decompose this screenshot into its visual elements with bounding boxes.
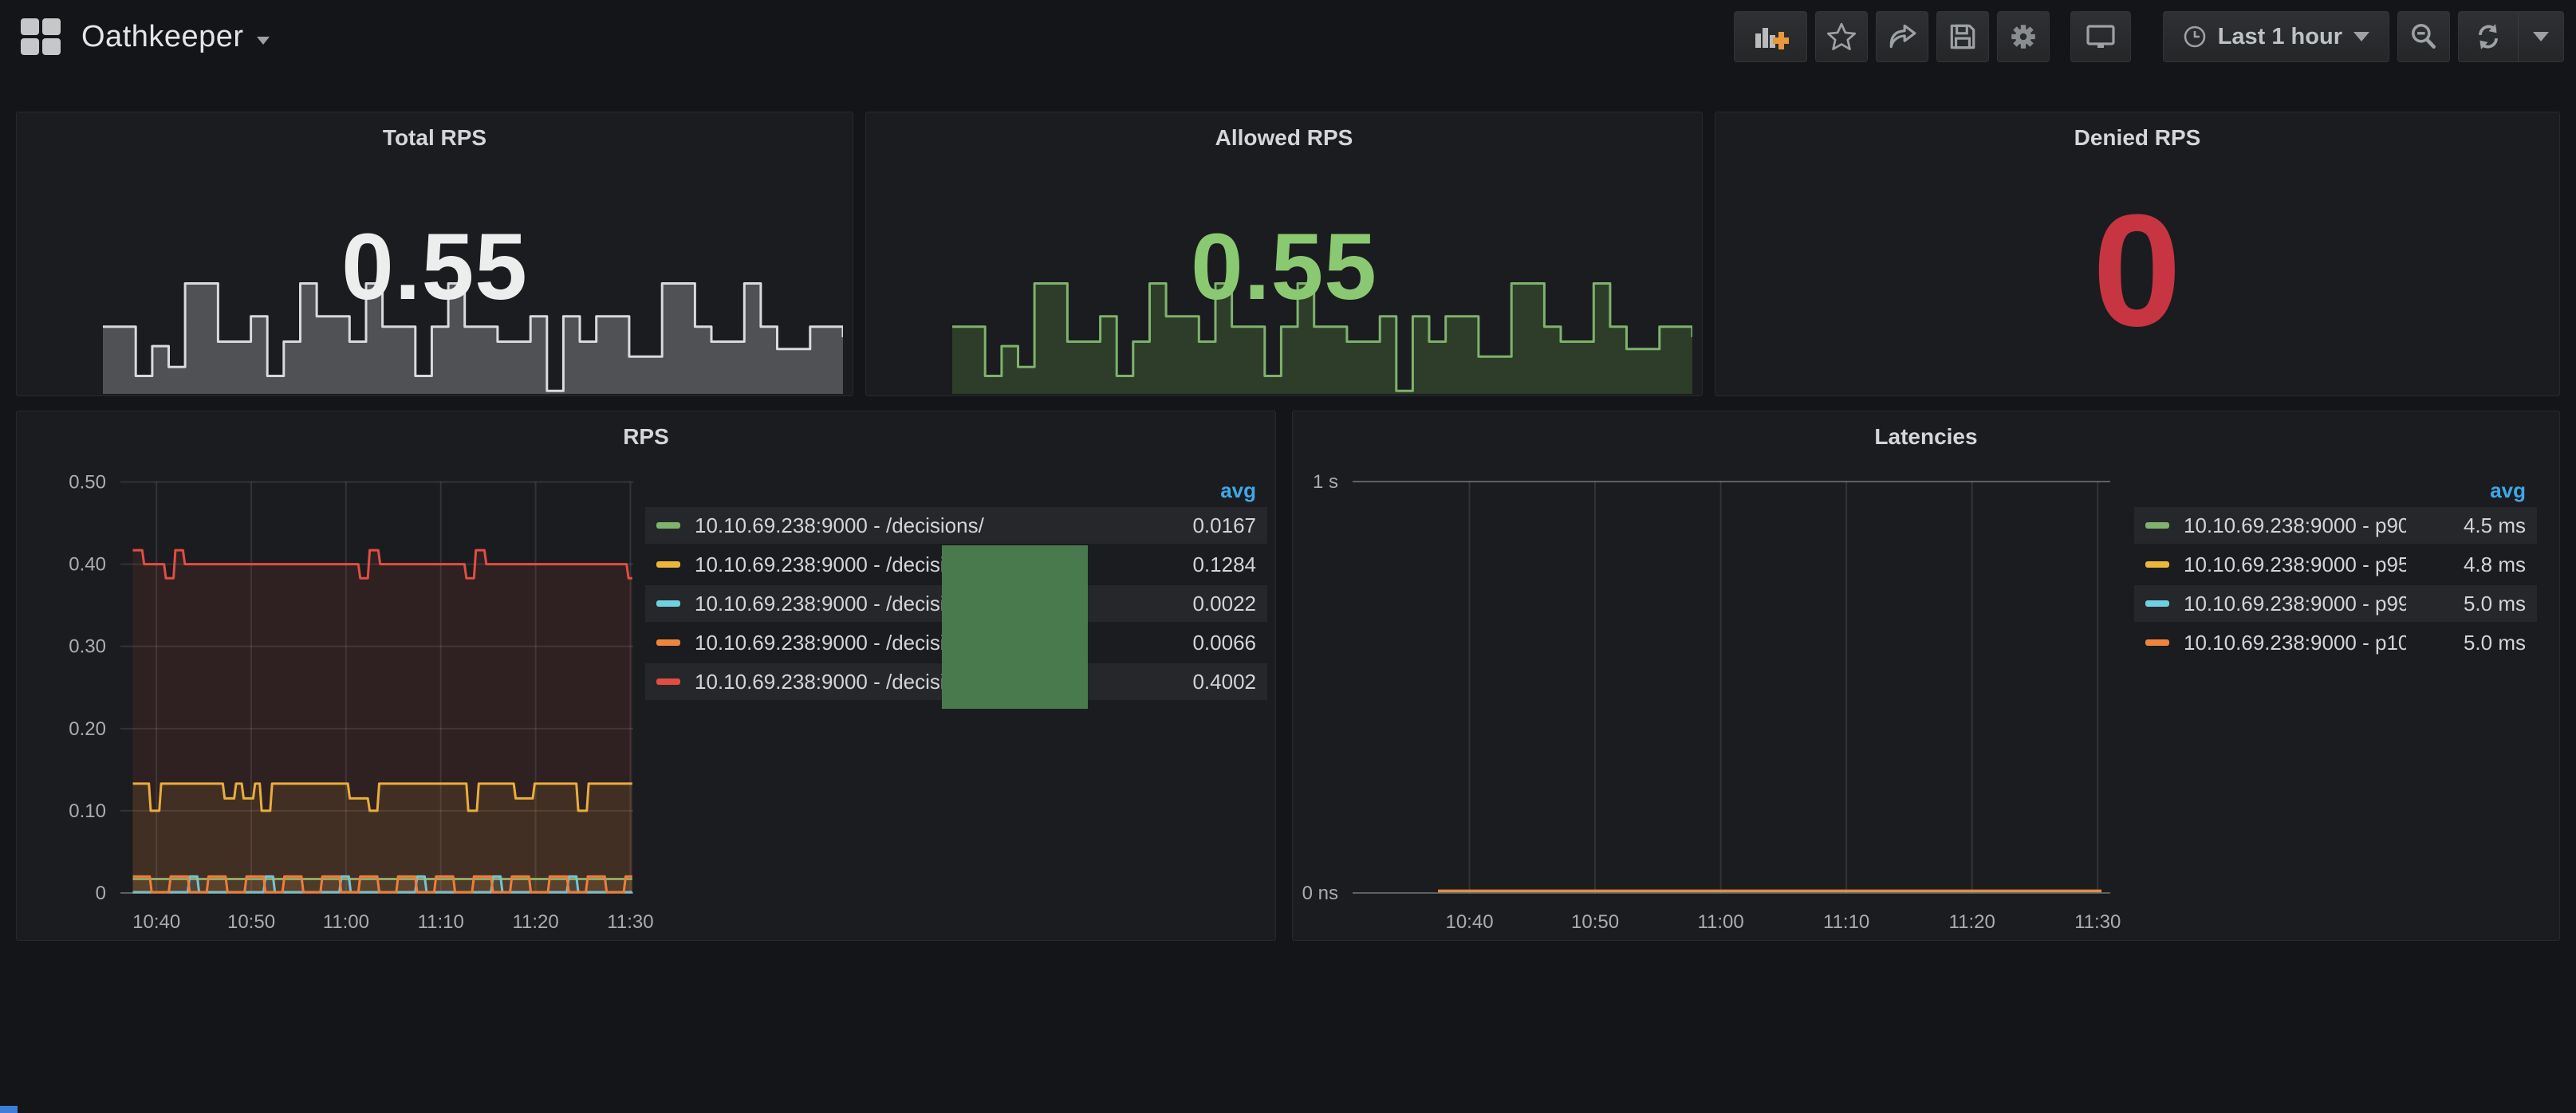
add-panel-button[interactable] (1734, 11, 1807, 62)
svg-text:11:20: 11:20 (1949, 911, 1995, 933)
time-range-label: Last 1 hour (2218, 24, 2342, 50)
svg-text:1 s: 1 s (1313, 471, 1338, 493)
rps-series-avg-value: 0.0022 (1136, 592, 1256, 616)
latencies-series-avg-value: 4.5 ms (2406, 513, 2526, 538)
latencies-series-swatch[interactable] (2145, 600, 2169, 607)
settings-button[interactable] (1997, 11, 2050, 62)
panel-latencies-graph: Latencies 10:40 10:50 11:00 11:10 11:20 11:30… (1292, 411, 2560, 941)
panel-allowed-rps: Allowed RPS 0.55 (865, 112, 1703, 396)
rps-series-avg-value: 0.0066 (1136, 631, 1256, 655)
denied-rps-value: 0 (1715, 179, 2559, 363)
panel-allowed-rps-title[interactable]: Allowed RPS (866, 125, 1702, 151)
dashboard-title[interactable]: Oathkeeper (81, 20, 244, 54)
share-icon (1887, 22, 1917, 52)
rps-series-name[interactable]: 10.10.69.238:9000 - /decisions/ (695, 513, 1136, 538)
star-button[interactable] (1815, 11, 1868, 62)
svg-text:11:10: 11:10 (1823, 911, 1869, 933)
rps-legend-avg-header[interactable]: avg (645, 474, 1267, 507)
monitor-icon (2085, 22, 2117, 52)
svg-text:0 ns: 0 ns (1302, 883, 1338, 904)
latencies-series-avg-value: 5.0 ms (2406, 631, 2526, 655)
latencies-series-name[interactable]: 10.10.69.238:9000 - p95 (2184, 553, 2406, 577)
rps-series-avg-value: 0.4002 (1136, 670, 1256, 694)
svg-text:0.20: 0.20 (69, 718, 106, 740)
dashboard-grid-icon (21, 18, 61, 55)
corner-artifact (0, 1106, 18, 1113)
latencies-series-name[interactable]: 10.10.69.238:9000 - p99 (2184, 592, 2406, 616)
latencies-series-swatch[interactable] (2145, 561, 2169, 568)
navbar: Oathkeeper (0, 0, 2576, 73)
latencies-legend-avg-header[interactable]: avg (2134, 474, 2537, 507)
svg-text:11:20: 11:20 (512, 911, 558, 933)
rps-series-avg-value: 0.1284 (1136, 553, 1256, 577)
latencies-series-avg-value: 4.8 ms (2406, 553, 2526, 577)
svg-text:0.30: 0.30 (69, 636, 106, 658)
star-icon (1826, 22, 1857, 52)
latencies-series-swatch[interactable] (2145, 639, 2169, 646)
share-button[interactable] (1876, 11, 1928, 62)
rps-series-swatch[interactable] (656, 678, 680, 685)
zoom-out-icon (2409, 22, 2439, 52)
latencies-series-name[interactable]: 10.10.69.238:9000 - p100 (2184, 631, 2406, 655)
redaction-overlay (942, 545, 1088, 709)
latencies-series-swatch[interactable] (2145, 522, 2169, 529)
svg-text:11:30: 11:30 (2074, 911, 2121, 933)
svg-text:10:40: 10:40 (1445, 911, 1493, 933)
dashboard-caret-icon (257, 37, 270, 45)
add-panel-icon (1752, 21, 1789, 53)
svg-text:10:50: 10:50 (1571, 911, 1619, 933)
panel-denied-rps-title[interactable]: Denied RPS (1715, 125, 2559, 151)
panel-denied-rps: Denied RPS 0 (1715, 112, 2560, 396)
toolbar: Last 1 hour (1734, 11, 2564, 62)
svg-text:11:10: 11:10 (418, 911, 464, 933)
panel-rps-title[interactable]: RPS (17, 424, 1275, 450)
svg-text:10:40: 10:40 (132, 911, 180, 933)
svg-text:11:00: 11:00 (323, 911, 369, 933)
tv-mode-button[interactable] (2070, 11, 2131, 62)
time-range-button[interactable]: Last 1 hour (2163, 11, 2389, 62)
latencies-legend-row: 10.10.69.238:9000 - p995.0 ms (2134, 585, 2537, 622)
refresh-icon (2473, 22, 2503, 52)
refresh-split-button (2458, 11, 2564, 62)
refresh-interval-caret-button[interactable] (2518, 12, 2563, 61)
latencies-series-avg-value: 5.0 ms (2406, 592, 2526, 616)
panel-total-rps-title[interactable]: Total RPS (17, 125, 853, 151)
clock-icon (2183, 25, 2207, 49)
refresh-button[interactable] (2459, 12, 2518, 61)
save-icon (1948, 22, 1978, 52)
rps-series-avg-value: 0.0167 (1136, 513, 1256, 538)
panel-latencies-title[interactable]: Latencies (1293, 424, 2559, 450)
dashboard-picker[interactable]: Oathkeeper (21, 18, 270, 55)
refresh-interval-caret-icon (2533, 32, 2549, 41)
svg-text:11:00: 11:00 (1697, 911, 1743, 933)
latencies-legend-row: 10.10.69.238:9000 - p1005.0 ms (2134, 624, 2537, 661)
rps-series-swatch[interactable] (656, 522, 680, 529)
panel-total-rps: Total RPS 0.55 (16, 112, 853, 396)
latencies-series-name[interactable]: 10.10.69.238:9000 - p90 (2184, 513, 2406, 538)
svg-text:0.50: 0.50 (69, 472, 106, 494)
rps-legend-row: 10.10.69.238:9000 - /decisions/0.0167 (645, 507, 1267, 544)
svg-text:11:30: 11:30 (607, 911, 653, 933)
latencies-legend: avg 10.10.69.238:9000 - p904.5 ms10.10.6… (2134, 474, 2537, 663)
latencies-legend-row: 10.10.69.238:9000 - p954.8 ms (2134, 546, 2537, 583)
rps-series-swatch[interactable] (656, 639, 680, 646)
svg-text:0.10: 0.10 (69, 800, 106, 822)
allowed-rps-value: 0.55 (866, 213, 1702, 321)
zoom-out-button[interactable] (2397, 11, 2450, 62)
rps-series-swatch[interactable] (656, 561, 680, 568)
rps-series-swatch[interactable] (656, 600, 680, 607)
total-rps-value: 0.55 (17, 213, 853, 321)
svg-text:10:50: 10:50 (227, 911, 275, 933)
latencies-legend-row: 10.10.69.238:9000 - p904.5 ms (2134, 507, 2537, 544)
svg-text:0.40: 0.40 (69, 554, 106, 576)
time-range-caret-icon (2353, 32, 2369, 41)
svg-text:0: 0 (96, 883, 106, 904)
gear-icon (2008, 22, 2038, 52)
save-button[interactable] (1936, 11, 1989, 62)
